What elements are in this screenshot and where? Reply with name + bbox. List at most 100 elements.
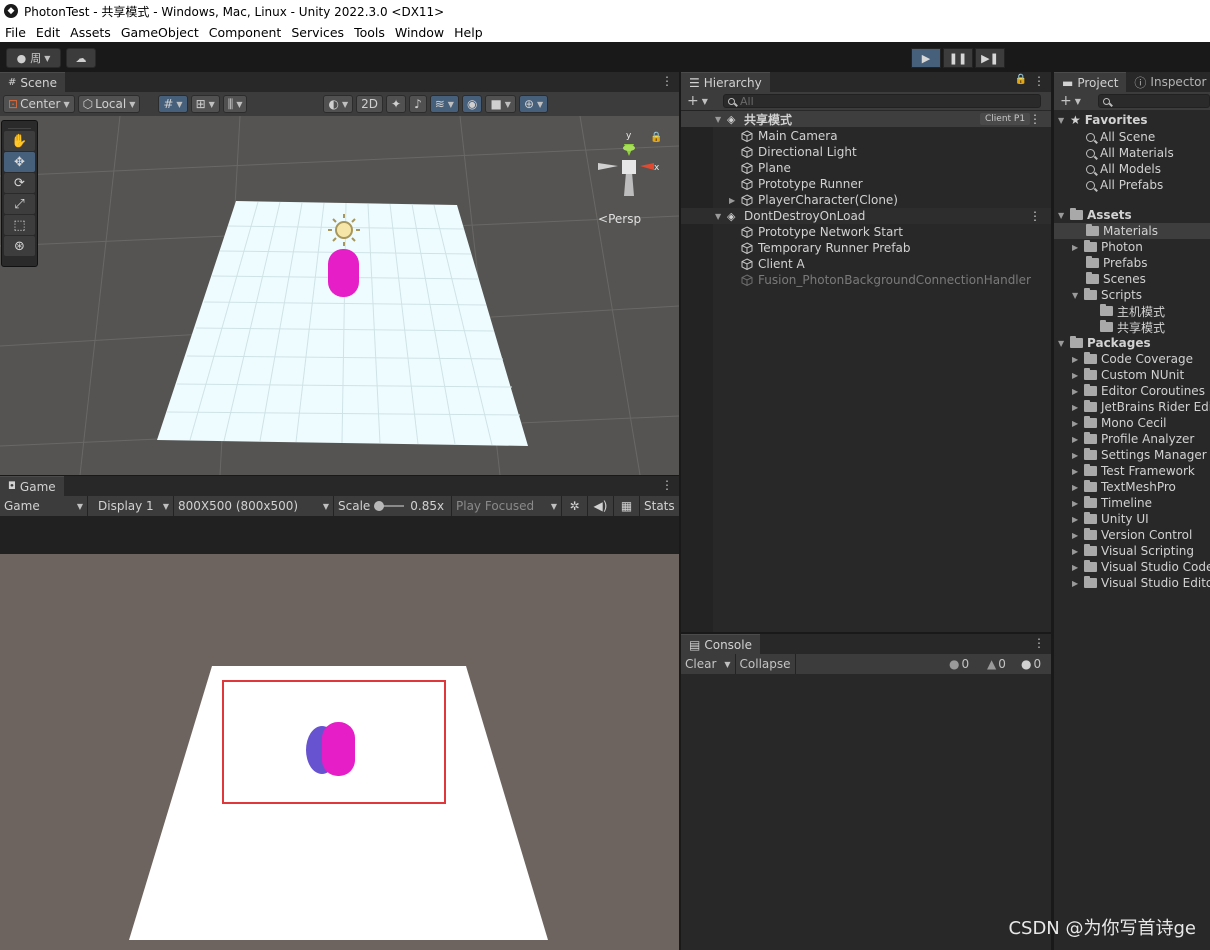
visibility-toggle[interactable]: ◉	[461, 95, 483, 113]
add-button[interactable]: +	[687, 93, 699, 109]
play-focused-dropdown[interactable]: Play Focused ▼	[452, 496, 562, 516]
expand-arrow-icon[interactable]: ▶	[1072, 355, 1084, 364]
package-folder[interactable]: ▶ Editor Coroutines	[1072, 383, 1205, 399]
tab-inspector[interactable]: ⓘ Inspector	[1126, 72, 1210, 92]
cloud-button[interactable]: ☁	[66, 48, 96, 68]
stats-button[interactable]: Stats	[640, 496, 679, 516]
pivot-rotation-dropdown[interactable]: ⬡ Local ▼	[77, 95, 141, 113]
menu-assets[interactable]: Assets	[65, 25, 116, 40]
expand-arrow-icon[interactable]: ▶	[1072, 579, 1084, 588]
expand-arrow-icon[interactable]: ▶	[1072, 371, 1084, 380]
tab-project[interactable]: ▬ Project	[1054, 72, 1127, 92]
tab-game[interactable]: ◘ Game	[0, 476, 64, 496]
expand-arrow-icon[interactable]: ▶	[729, 196, 741, 205]
expand-arrow-icon[interactable]: ▶	[1072, 243, 1084, 252]
hierarchy-item-temporary-runner[interactable]: Temporary Runner Prefab	[741, 240, 910, 256]
package-folder[interactable]: ▶ Mono Cecil	[1072, 415, 1166, 431]
expand-arrow-icon[interactable]: ▶	[1072, 467, 1084, 476]
menu-services[interactable]: Services	[286, 25, 349, 40]
hierarchy-menu-icon[interactable]: ⋮	[1033, 74, 1045, 88]
drag-handle[interactable]	[8, 123, 31, 129]
favorite-item[interactable]: All Scene	[1086, 129, 1155, 145]
scripts-folder-host[interactable]: 主机模式	[1100, 303, 1165, 319]
info-filter-toggle[interactable]: ● 0	[949, 657, 969, 671]
grid-toggle-button[interactable]: ⊞ ▼	[190, 95, 220, 113]
expand-arrow-icon[interactable]: ▼	[715, 115, 727, 124]
package-folder[interactable]: ▶ Settings Manager	[1072, 447, 1207, 463]
clear-button[interactable]: Clear ▼	[681, 654, 736, 674]
scale-slider[interactable]: Scale 0.85x	[334, 496, 452, 516]
expand-arrow-icon[interactable]: ▼	[1058, 116, 1070, 125]
hierarchy-item-prototype-network-start[interactable]: Prototype Network Start	[741, 224, 903, 240]
transform-tool-button[interactable]: ⊛	[4, 236, 35, 256]
game-menu-icon[interactable]: ⋮	[661, 478, 673, 492]
asset-folder-materials[interactable]: Materials	[1054, 223, 1210, 239]
scene-menu-icon[interactable]: ⋮	[661, 74, 673, 88]
package-folder[interactable]: ▶ Timeline	[1072, 495, 1152, 511]
step-button[interactable]: ▶❚	[975, 48, 1005, 68]
hierarchy-item-player-character[interactable]: ▶ PlayerCharacter(Clone)	[729, 192, 898, 208]
expand-arrow-icon[interactable]: ▼	[1058, 339, 1070, 348]
hierarchy-item-plane[interactable]: Plane	[741, 160, 791, 176]
rect-tool-button[interactable]: ⬚	[4, 215, 35, 235]
gizmo-toggle[interactable]: ▦	[614, 496, 640, 516]
hierarchy-search-input[interactable]: All	[723, 94, 1041, 108]
scene-viewport[interactable]: y x <Persp 🔒	[0, 116, 679, 475]
expand-arrow-icon[interactable]: ▶	[1072, 435, 1084, 444]
hierarchy-item-main-camera[interactable]: Main Camera	[741, 128, 838, 144]
console-menu-icon[interactable]: ⋮	[1033, 636, 1045, 650]
package-folder[interactable]: ▶ Version Control	[1072, 527, 1192, 543]
game-mode-dropdown[interactable]: Game ▼	[0, 496, 88, 516]
favorite-item[interactable]: All Prefabs	[1086, 177, 1163, 193]
hand-tool-button[interactable]: ✋	[4, 131, 35, 151]
expand-arrow-icon[interactable]: ▶	[1072, 515, 1084, 524]
scale-track[interactable]	[374, 501, 405, 511]
effects-dropdown[interactable]: ≋ ▼	[429, 95, 459, 113]
persp-toggle[interactable]: <Persp	[598, 212, 641, 226]
pivot-mode-dropdown[interactable]: ⊡ Center ▼	[3, 95, 75, 113]
asset-folder-prefabs[interactable]: Prefabs	[1086, 255, 1148, 271]
scripts-folder-shared[interactable]: 共享模式	[1100, 319, 1165, 335]
hierarchy-item-prototype-runner[interactable]: Prototype Runner	[741, 176, 863, 192]
expand-arrow-icon[interactable]: ▶	[1072, 451, 1084, 460]
expand-arrow-icon[interactable]: ▶	[1072, 403, 1084, 412]
row-menu-icon[interactable]: ⋮	[1029, 209, 1041, 223]
package-folder[interactable]: ▶ JetBrains Rider Edit	[1072, 399, 1210, 415]
packages-header[interactable]: ▼ Packages	[1058, 335, 1151, 351]
game-viewport[interactable]	[0, 554, 679, 950]
gizmos-dropdown[interactable]: ⊕ ▼	[518, 95, 549, 113]
menu-help[interactable]: Help	[449, 25, 488, 40]
menu-component[interactable]: Component	[204, 25, 287, 40]
account-dropdown[interactable]: ● 周 ▼	[6, 48, 61, 68]
scale-thumb[interactable]	[374, 501, 385, 511]
bug-toggle[interactable]: ✲	[562, 496, 588, 516]
package-folder[interactable]: ▶ Visual Studio Code	[1072, 559, 1210, 575]
tab-console[interactable]: ▤ Console	[681, 634, 760, 654]
hierarchy-item-directional-light[interactable]: Directional Light	[741, 144, 857, 160]
package-folder[interactable]: ▶ Test Framework	[1072, 463, 1195, 479]
scale-tool-button[interactable]: ⤢	[4, 194, 35, 214]
resolution-dropdown[interactable]: 800X500 (800x500) ▼	[174, 496, 334, 516]
camera-dropdown[interactable]: ■ ▼	[485, 95, 516, 113]
lighting-toggle[interactable]: ✦	[386, 95, 407, 113]
increment-snap-button[interactable]: ⫼ ▼	[222, 95, 248, 113]
project-search-input[interactable]	[1098, 94, 1210, 108]
warning-filter-toggle[interactable]: ▲ 0	[987, 657, 1006, 671]
row-menu-icon[interactable]: ⋮	[1029, 112, 1041, 126]
package-folder[interactable]: ▶ Custom NUnit	[1072, 367, 1184, 383]
expand-arrow-icon[interactable]: ▶	[1072, 387, 1084, 396]
favorites-header[interactable]: ▼ ★ Favorites	[1058, 112, 1147, 128]
package-folder[interactable]: ▶ Code Coverage	[1072, 351, 1193, 367]
menu-window[interactable]: Window	[390, 25, 449, 40]
expand-arrow-icon[interactable]: ▶	[1072, 483, 1084, 492]
display-dropdown[interactable]: Display 1 ▼	[88, 496, 174, 516]
package-folder[interactable]: ▶ Visual Studio Editor	[1072, 575, 1210, 591]
tab-hierarchy[interactable]: ☰ Hierarchy	[681, 72, 770, 92]
asset-folder-photon[interactable]: ▶ Photon	[1072, 239, 1143, 255]
expand-arrow-icon[interactable]: ▶	[1072, 499, 1084, 508]
asset-folder-scripts[interactable]: ▼ Scripts	[1072, 287, 1142, 303]
ddol-row[interactable]: ▼ ◈ DontDestroyOnLoad ⋮	[681, 208, 1051, 224]
package-folder[interactable]: ▶ TextMeshPro	[1072, 479, 1176, 495]
hierarchy-item-client-a[interactable]: Client A	[741, 256, 805, 272]
expand-arrow-icon[interactable]: ▼	[1058, 211, 1070, 220]
